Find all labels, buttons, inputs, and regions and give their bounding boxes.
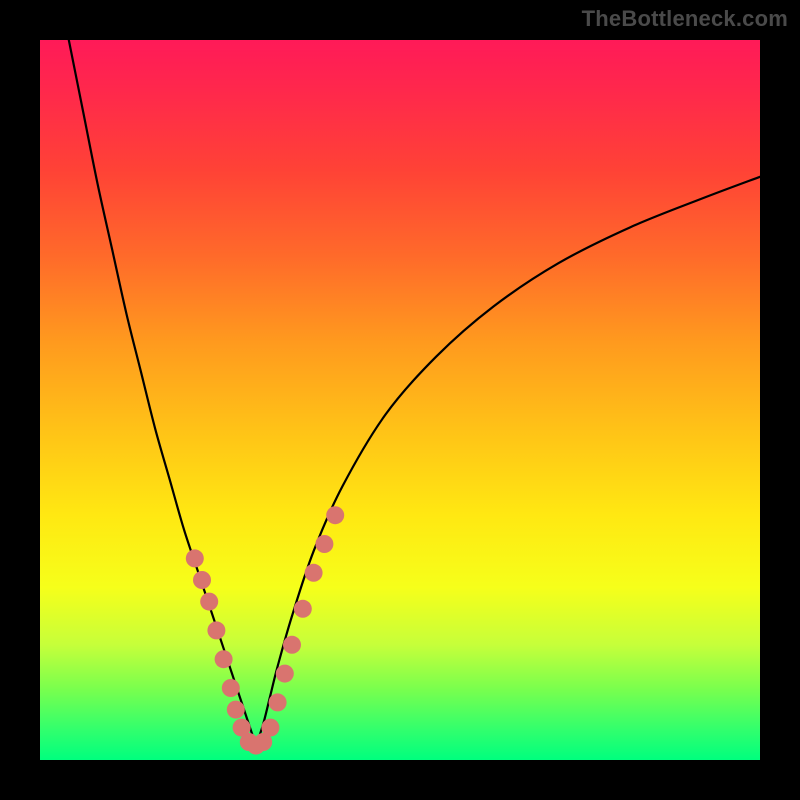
data-marker: [294, 600, 312, 618]
watermark-text: TheBottleneck.com: [582, 6, 788, 32]
data-marker: [207, 621, 225, 639]
data-marker: [315, 535, 333, 553]
chart-svg: [40, 40, 760, 760]
data-marker: [193, 571, 211, 589]
data-marker: [276, 665, 294, 683]
data-marker: [200, 593, 218, 611]
data-marker: [215, 650, 233, 668]
data-marker: [283, 636, 301, 654]
curve-right: [256, 177, 760, 746]
curve-left: [69, 40, 256, 746]
data-marker: [326, 506, 344, 524]
chart-frame: TheBottleneck.com: [0, 0, 800, 800]
data-marker: [261, 719, 279, 737]
data-marker: [222, 679, 240, 697]
data-marker: [305, 564, 323, 582]
data-marker: [227, 701, 245, 719]
data-marker: [186, 549, 204, 567]
data-marker: [269, 693, 287, 711]
plot-area: [40, 40, 760, 760]
